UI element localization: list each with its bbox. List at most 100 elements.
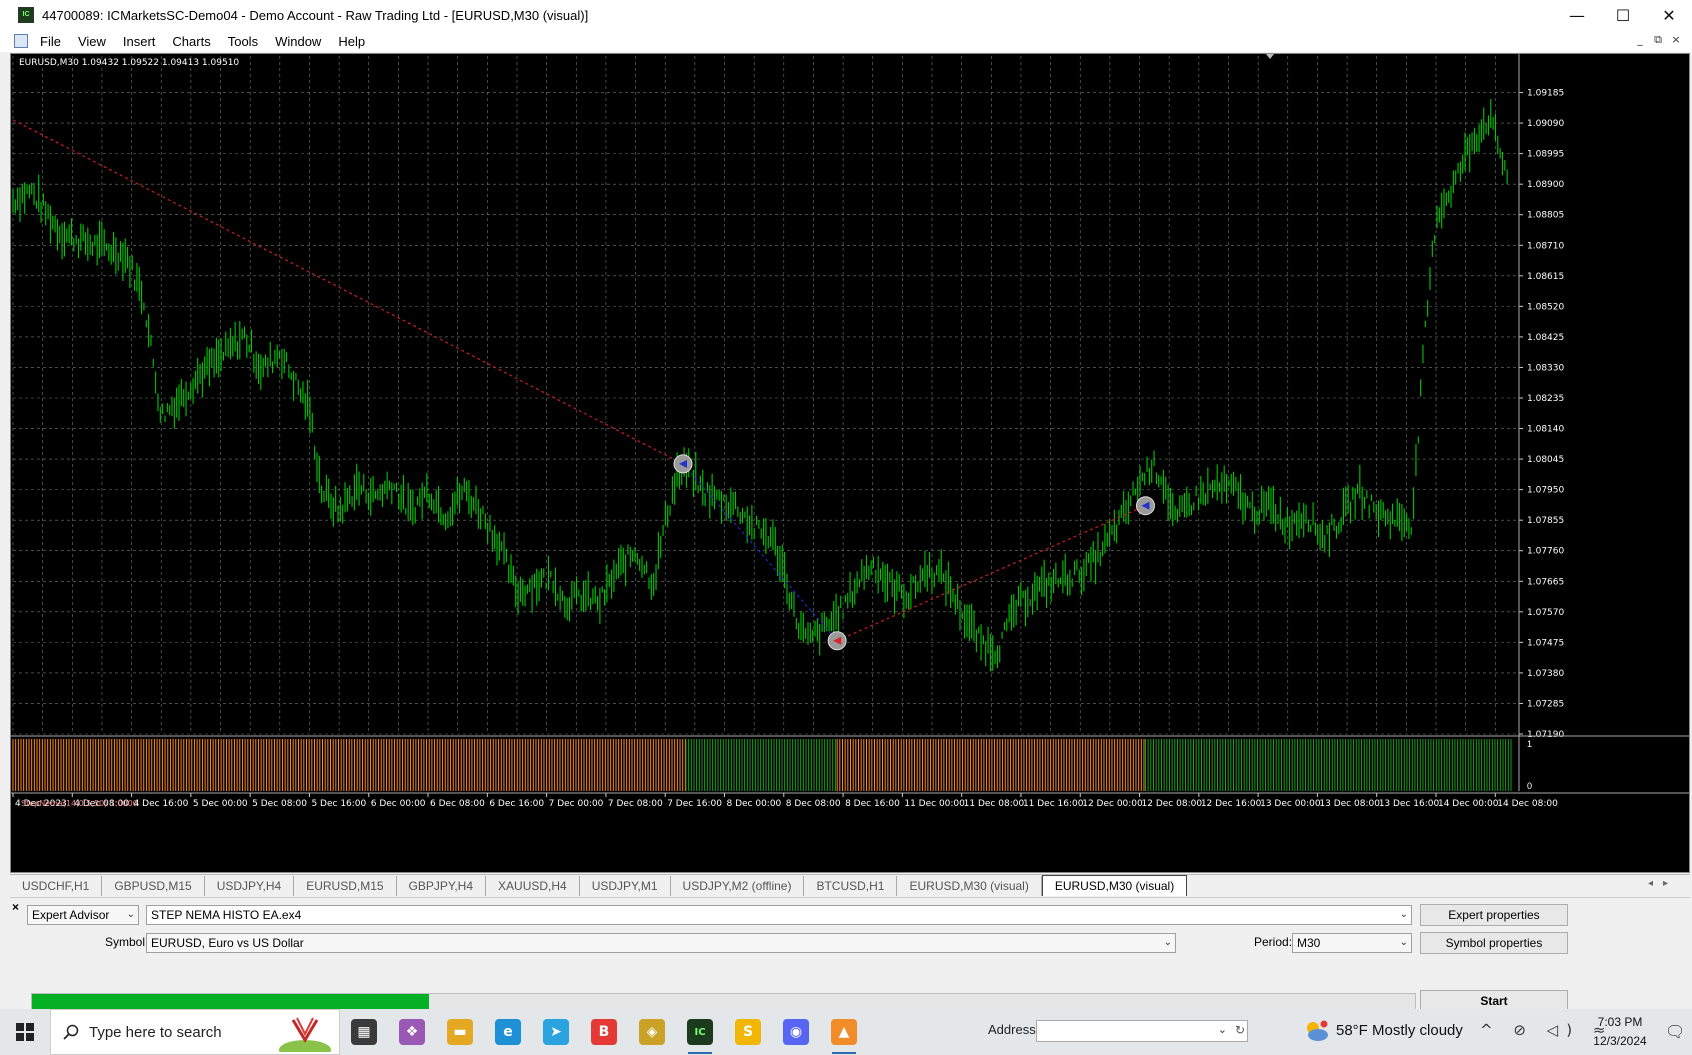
price-chart[interactable]: 1.09185 1.09090 1.08995 1.08900 1.08805 1.087… <box>11 54 1689 872</box>
maximize-button[interactable]: ☐ <box>1600 0 1646 30</box>
tester-close-button[interactable]: × <box>12 900 19 914</box>
menu-bar: File View Insert Charts Tools Window Hel… <box>0 30 1692 52</box>
chevron-down-icon: ⌄ <box>1163 937 1172 948</box>
clock-time[interactable]: 7:03 PM <box>1585 1015 1655 1029</box>
strategy-tester-panel: × Expert Advisor ⌄ STEP NEMA HISTO EA.ex4… <box>10 897 1690 1010</box>
menu-charts[interactable]: Charts <box>172 34 210 49</box>
x-tick-label: 6 Dec 00:00 <box>371 799 426 809</box>
title-bar: IC 44700089: ICMarketsSC-Demo04 - Demo A… <box>0 0 1692 30</box>
chevron-down-icon: ⌄ <box>1399 909 1408 920</box>
tab-usdjpy-m1[interactable]: USDJPY,M1 <box>580 876 671 896</box>
weather-cloud-icon[interactable] <box>1303 1019 1329 1043</box>
y-tick-label: 1.07950 <box>1527 486 1564 496</box>
indicator-scale-top: 1 <box>1527 739 1532 749</box>
menu-tools[interactable]: Tools <box>228 34 258 49</box>
windows-taskbar: Type here to search ▦ ❖ ▬ e ➤ B ◈ IC S ◉ ▲ Address… <box>0 1009 1692 1055</box>
tab-eurusd-m30-visual[interactable]: EURUSD,M30 (visual) <box>897 876 1042 896</box>
start-button[interactable]: Start <box>1420 990 1568 1010</box>
menu-file[interactable]: File <box>40 34 61 49</box>
x-tick-label: 8 Dec 16:00 <box>845 799 900 809</box>
x-tick-label: 6 Dec 16:00 <box>489 799 544 809</box>
tab-usdjpy-m2-offline[interactable]: USDJPY,M2 (offline) <box>671 876 805 896</box>
mdi-close-button[interactable]: × <box>1666 33 1686 49</box>
tab-eurusd-m15[interactable]: EURUSD,M15 <box>294 876 397 896</box>
icmarkets-taskbar-button[interactable]: IC <box>676 1009 724 1055</box>
symbol-properties-button[interactable]: Symbol properties <box>1420 932 1568 954</box>
menu-insert[interactable]: Insert <box>123 34 156 49</box>
telegram-taskbar-button[interactable]: ➤ <box>532 1009 580 1055</box>
period-select[interactable]: M30 ⌄ <box>1292 933 1412 953</box>
y-tick-label: 1.08425 <box>1527 333 1564 343</box>
y-tick-label: 1.07855 <box>1527 516 1564 526</box>
file-explorer-icon: ▬ <box>447 1019 473 1045</box>
discord-taskbar-button[interactable]: ◉ <box>772 1009 820 1055</box>
x-tick-label: 7 Dec 00:00 <box>549 799 604 809</box>
test-progress-fill <box>32 994 429 1009</box>
x-tick-label: 8 Dec 08:00 <box>786 799 841 809</box>
x-tick-label: 5 Dec 16:00 <box>311 799 366 809</box>
chart-window[interactable]: 1.09185 1.09090 1.08995 1.08900 1.08805 1.087… <box>10 53 1690 873</box>
photos-taskbar-button[interactable]: ▲ <box>820 1009 868 1055</box>
file-explorer-taskbar-button[interactable]: ▬ <box>436 1009 484 1055</box>
y-tick-label: 1.09185 <box>1527 89 1564 99</box>
y-tick-label: 1.08140 <box>1527 425 1564 435</box>
notifications-icon[interactable]: 🗨 <box>1665 1022 1685 1042</box>
minimize-button[interactable]: — <box>1554 0 1600 30</box>
x-tick-label: 12 Dec 00:00 <box>1082 799 1143 809</box>
trade-line <box>682 463 838 642</box>
close-button[interactable]: ✕ <box>1646 0 1692 30</box>
mdi-restore-button[interactable]: ⧉ <box>1648 33 1668 49</box>
edge-taskbar-button[interactable]: e <box>484 1009 532 1055</box>
x-tick-label: 6 Dec 08:00 <box>430 799 485 809</box>
chart-window-icon[interactable] <box>14 34 28 48</box>
mdi-minimize-button[interactable]: _ <box>1630 33 1650 49</box>
task-view-icon: ▦ <box>351 1019 377 1045</box>
y-tick-label: 1.08710 <box>1527 241 1564 251</box>
tester-type-select[interactable]: Expert Advisor ⌄ <box>27 905 139 925</box>
refresh-icon[interactable]: ↻ <box>1235 1023 1245 1037</box>
sticky-app-taskbar-button[interactable]: S <box>724 1009 772 1055</box>
expert-properties-button[interactable]: Expert properties <box>1420 904 1568 926</box>
chart-tabs: USDCHF,H1 GBPUSD,M15 USDJPY,H4 EURUSD,M1… <box>10 874 1690 896</box>
bitcoin-app-taskbar-button[interactable]: ◈ <box>628 1009 676 1055</box>
tab-btcusd-h1[interactable]: BTCUSD,H1 <box>804 876 898 896</box>
x-tick-label: 4 Dec 16:00 <box>134 799 189 809</box>
period-label: Period: <box>1254 935 1293 949</box>
b-app-icon: B <box>591 1019 617 1045</box>
x-tick-label: 14 Dec 08:00 <box>1497 799 1558 809</box>
clock-date[interactable]: 12/3/2024 <box>1585 1034 1655 1048</box>
address-toolbar-input[interactable]: ⌄ ↻ <box>1036 1020 1248 1042</box>
x-tick-label: 8 Dec 00:00 <box>726 799 781 809</box>
symbol-select[interactable]: EURUSD, Euro vs US Dollar ⌄ <box>146 933 1176 953</box>
tab-usdchf-h1[interactable]: USDCHF,H1 <box>10 876 103 896</box>
y-tick-label: 1.08805 <box>1527 211 1564 221</box>
tab-xauusd-h4[interactable]: XAUUSD,H4 <box>486 876 580 896</box>
test-progress-bar <box>31 993 1416 1010</box>
weather-text[interactable]: 58°F Mostly cloudy <box>1336 1022 1463 1039</box>
x-tick-label: 13 Dec 16:00 <box>1379 799 1440 809</box>
taskbar-search-box[interactable]: Type here to search <box>50 1009 340 1055</box>
tab-gbpusd-m15[interactable]: GBPUSD,M15 <box>102 876 205 896</box>
task-view-taskbar-button[interactable]: ▦ <box>340 1009 388 1055</box>
y-tick-label: 1.09090 <box>1527 119 1564 129</box>
menu-window[interactable]: Window <box>275 34 321 49</box>
expert-select[interactable]: STEP NEMA HISTO EA.ex4 ⌄ <box>146 905 1412 925</box>
y-tick-label: 1.08995 <box>1527 150 1564 160</box>
chart-shift-icon <box>1266 54 1274 59</box>
x-tick-label: 13 Dec 00:00 <box>1260 799 1321 809</box>
tab-scroll-arrows[interactable]: ◂▸ <box>1648 878 1678 889</box>
b-app-taskbar-button[interactable]: B <box>580 1009 628 1055</box>
tab-usdjpy-h4[interactable]: USDJPY,H4 <box>205 876 295 896</box>
y-tick-label: 1.07570 <box>1527 608 1564 618</box>
tab-eurusd-m30-visual-active[interactable]: EURUSD,M30 (visual) <box>1041 875 1188 896</box>
x-tick-label: 5 Dec 08:00 <box>252 799 307 809</box>
start-menu-button[interactable] <box>0 1009 50 1055</box>
chevron-down-icon[interactable]: ⌄ <box>1218 1023 1227 1036</box>
menu-view[interactable]: View <box>78 34 106 49</box>
tab-gbpjpy-h4[interactable]: GBPJPY,H4 <box>397 876 487 896</box>
indicator-label: StepNema(14,0.5,50) 1.0000 <box>21 799 138 808</box>
copilot-taskbar-button[interactable]: ❖ <box>388 1009 436 1055</box>
taskbar-apps: ▦ ❖ ▬ e ➤ B ◈ IC S ◉ ▲ <box>340 1009 868 1055</box>
x-tick-label: 12 Dec 08:00 <box>1142 799 1203 809</box>
menu-help[interactable]: Help <box>338 34 365 49</box>
